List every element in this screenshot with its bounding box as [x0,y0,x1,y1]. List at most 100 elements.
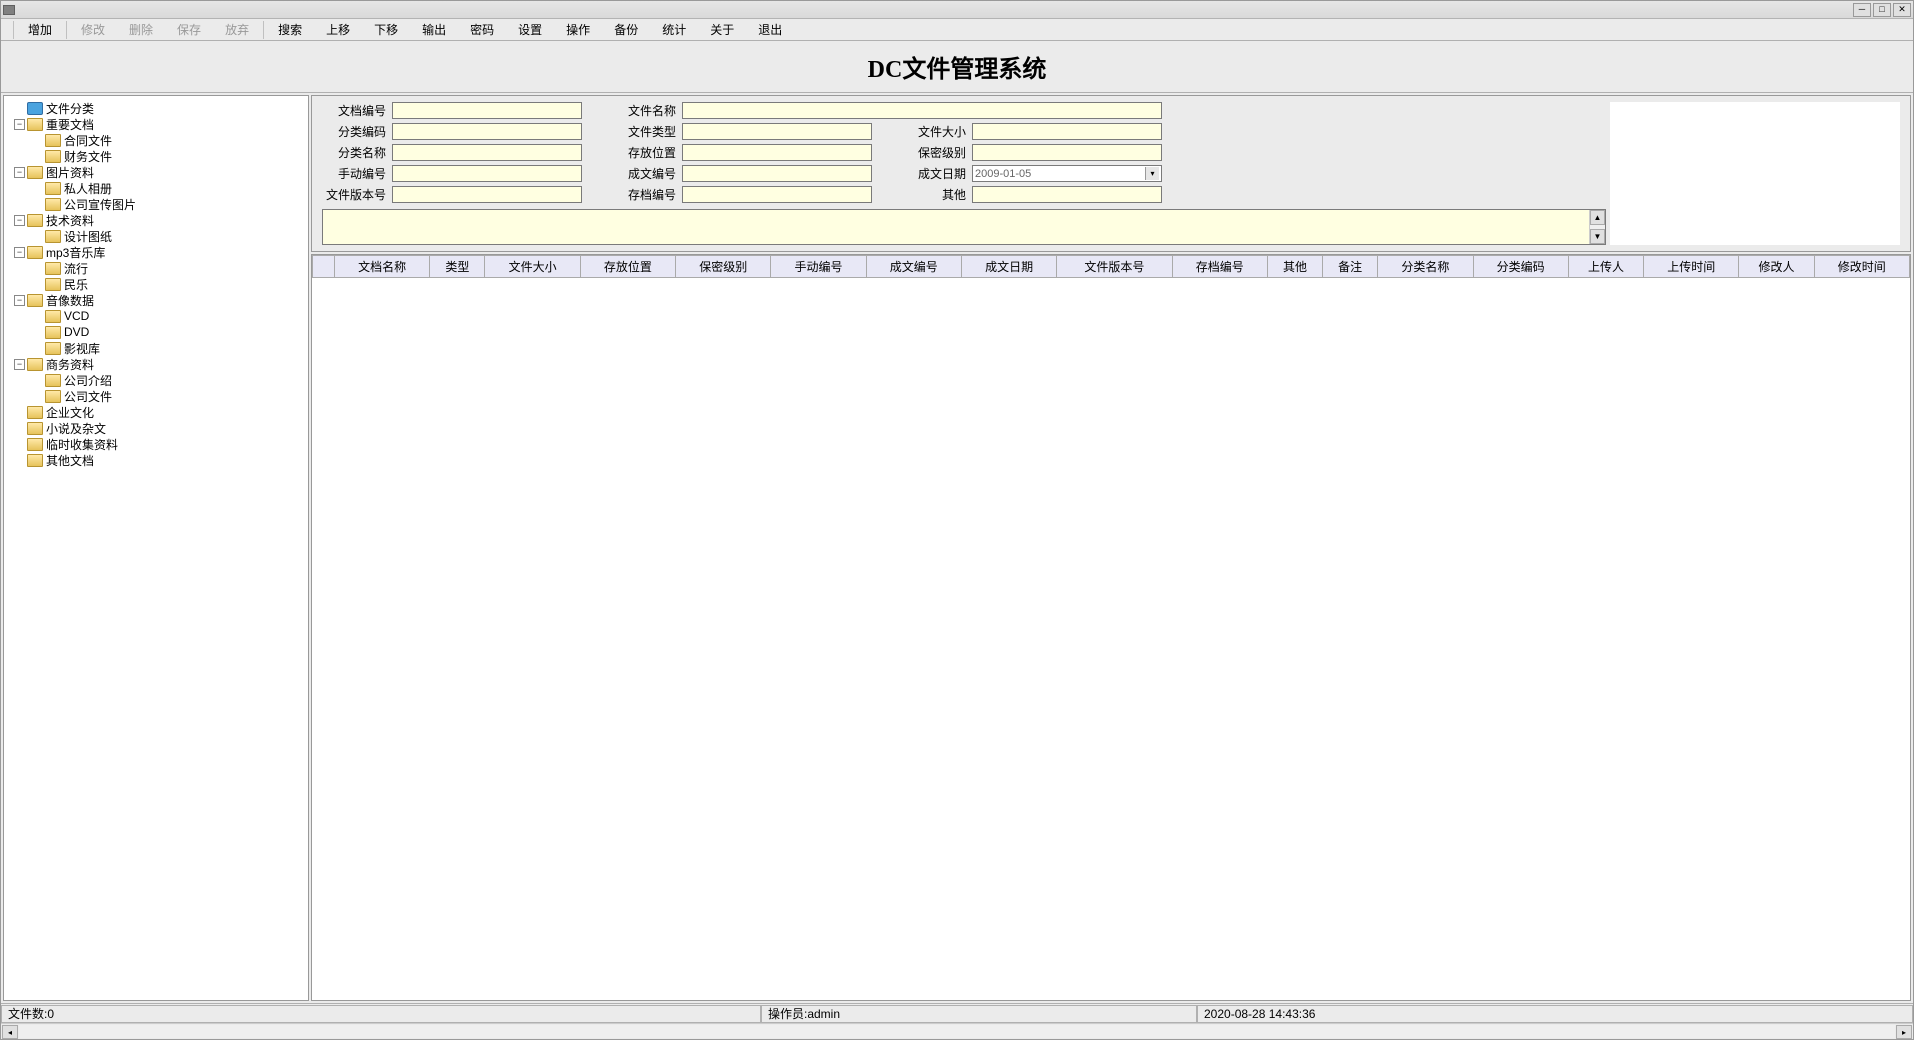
tree-node[interactable]: 企业文化 [6,404,306,420]
table-header[interactable]: 备注 [1323,256,1378,278]
menu-item-9[interactable]: 密码 [458,19,506,41]
collapse-icon[interactable]: − [14,247,25,258]
input-file-type[interactable] [682,123,872,140]
tree-node[interactable]: 影视库 [6,340,306,356]
collapse-icon[interactable]: − [14,215,25,226]
input-cat-code[interactable] [392,123,582,140]
menu-item-14[interactable]: 关于 [698,19,746,41]
tree-node[interactable]: 其他文档 [6,452,306,468]
input-file-name[interactable] [682,102,1162,119]
maximize-button[interactable]: □ [1873,3,1891,17]
table-header[interactable]: 其他 [1267,256,1322,278]
scroll-right-icon[interactable]: ▸ [1896,1025,1912,1039]
table-header[interactable]: 文件版本号 [1057,256,1172,278]
tree-node[interactable]: 临时收集资料 [6,436,306,452]
table-header[interactable]: 手动编号 [771,256,866,278]
menu-item-6[interactable]: 上移 [314,19,362,41]
tree-node[interactable]: −技术资料 [6,212,306,228]
table-header[interactable]: 存放位置 [580,256,675,278]
table-header[interactable]: 存档编号 [1172,256,1267,278]
menu-item-8[interactable]: 输出 [410,19,458,41]
menu-item-10[interactable]: 设置 [506,19,554,41]
input-other[interactable] [972,186,1162,203]
input-manual-no[interactable] [392,165,582,182]
scroll-left-icon[interactable]: ◂ [2,1025,18,1039]
menu-item-13[interactable]: 统计 [650,19,698,41]
tree-node[interactable]: 合同文件 [6,132,306,148]
titlebar: ─ □ ✕ [1,1,1913,19]
input-version-no[interactable] [392,186,582,203]
table-header[interactable]: 修改人 [1739,256,1814,278]
collapse-icon[interactable]: − [14,119,25,130]
label-archive-no: 存档编号 [612,186,682,203]
memo-field[interactable]: ▲ ▼ [322,209,1606,245]
tree-node[interactable]: −mp3音乐库 [6,244,306,260]
tree-node[interactable]: −图片资料 [6,164,306,180]
input-written-no[interactable] [682,165,872,182]
table-header[interactable]: 修改时间 [1814,256,1909,278]
minimize-button[interactable]: ─ [1853,3,1871,17]
menu-item-15[interactable]: 退出 [746,19,794,41]
menu-item-11[interactable]: 操作 [554,19,602,41]
table-header[interactable]: 文档名称 [335,256,430,278]
tree-label: 设计图纸 [64,228,112,245]
tree-node[interactable]: 流行 [6,260,306,276]
statusbar: 文件数:0 操作员:admin 2020-08-28 14:43:36 [1,1003,1913,1023]
tree-node[interactable]: 公司宣传图片 [6,196,306,212]
date-picker-icon[interactable]: ▾ [1145,167,1159,180]
menu-item-12[interactable]: 备份 [602,19,650,41]
menu-item-4: 放弃 [213,19,261,41]
folder-icon [45,310,61,323]
table-header[interactable] [313,256,335,278]
scroll-up-icon[interactable]: ▲ [1590,210,1605,225]
table-header[interactable]: 分类编码 [1473,256,1568,278]
file-table[interactable]: 文档名称类型文件大小存放位置保密级别手动编号成文编号成文日期文件版本号存档编号其… [311,254,1911,1001]
menu-item-5[interactable]: 搜索 [266,19,314,41]
label-cat-code: 分类编码 [322,123,392,140]
label-doc-no: 文档编号 [322,102,392,119]
scroll-down-icon[interactable]: ▼ [1590,229,1605,244]
menu-item-0[interactable]: 增加 [16,19,64,41]
tree-node[interactable]: 民乐 [6,276,306,292]
table-header[interactable]: 类型 [430,256,485,278]
input-location[interactable] [682,144,872,161]
table-header[interactable]: 成文编号 [866,256,961,278]
status-file-count: 文件数:0 [1,1005,761,1023]
tree-node[interactable]: VCD [6,308,306,324]
tree-node[interactable]: −音像数据 [6,292,306,308]
menu-item-7[interactable]: 下移 [362,19,410,41]
folder-icon [27,246,43,259]
input-archive-no[interactable] [682,186,872,203]
table-header[interactable]: 上传时间 [1644,256,1739,278]
input-doc-no[interactable] [392,102,582,119]
memo-scrollbar[interactable]: ▲ ▼ [1589,210,1605,244]
tree-node[interactable]: −重要文档 [6,116,306,132]
input-cat-name[interactable] [392,144,582,161]
table-header[interactable]: 文件大小 [485,256,580,278]
label-other: 其他 [902,186,972,203]
input-written-date[interactable]: 2009-01-05 ▾ [972,165,1162,182]
collapse-icon[interactable]: − [14,295,25,306]
window-hscrollbar[interactable]: ◂ ▸ [1,1023,1913,1039]
table-header[interactable]: 成文日期 [961,256,1056,278]
tree-label: 公司介绍 [64,372,112,389]
tree-node[interactable]: 文件分类 [6,100,306,116]
table-header[interactable]: 保密级别 [676,256,771,278]
collapse-icon[interactable]: − [14,359,25,370]
tree-node[interactable]: 财务文件 [6,148,306,164]
tree-node[interactable]: 私人相册 [6,180,306,196]
tree-node[interactable]: 设计图纸 [6,228,306,244]
category-tree[interactable]: 文件分类−重要文档合同文件财务文件−图片资料私人相册公司宣传图片−技术资料设计图… [3,95,309,1001]
collapse-icon[interactable]: − [14,167,25,178]
tree-node[interactable]: 公司介绍 [6,372,306,388]
tree-node[interactable]: 小说及杂文 [6,420,306,436]
table-header[interactable]: 上传人 [1568,256,1643,278]
table-header[interactable]: 分类名称 [1378,256,1473,278]
input-secrecy[interactable] [972,144,1162,161]
input-file-size[interactable] [972,123,1162,140]
close-button[interactable]: ✕ [1893,3,1911,17]
tree-node[interactable]: 公司文件 [6,388,306,404]
tree-node[interactable]: −商务资料 [6,356,306,372]
folder-icon [45,150,61,163]
tree-node[interactable]: DVD [6,324,306,340]
